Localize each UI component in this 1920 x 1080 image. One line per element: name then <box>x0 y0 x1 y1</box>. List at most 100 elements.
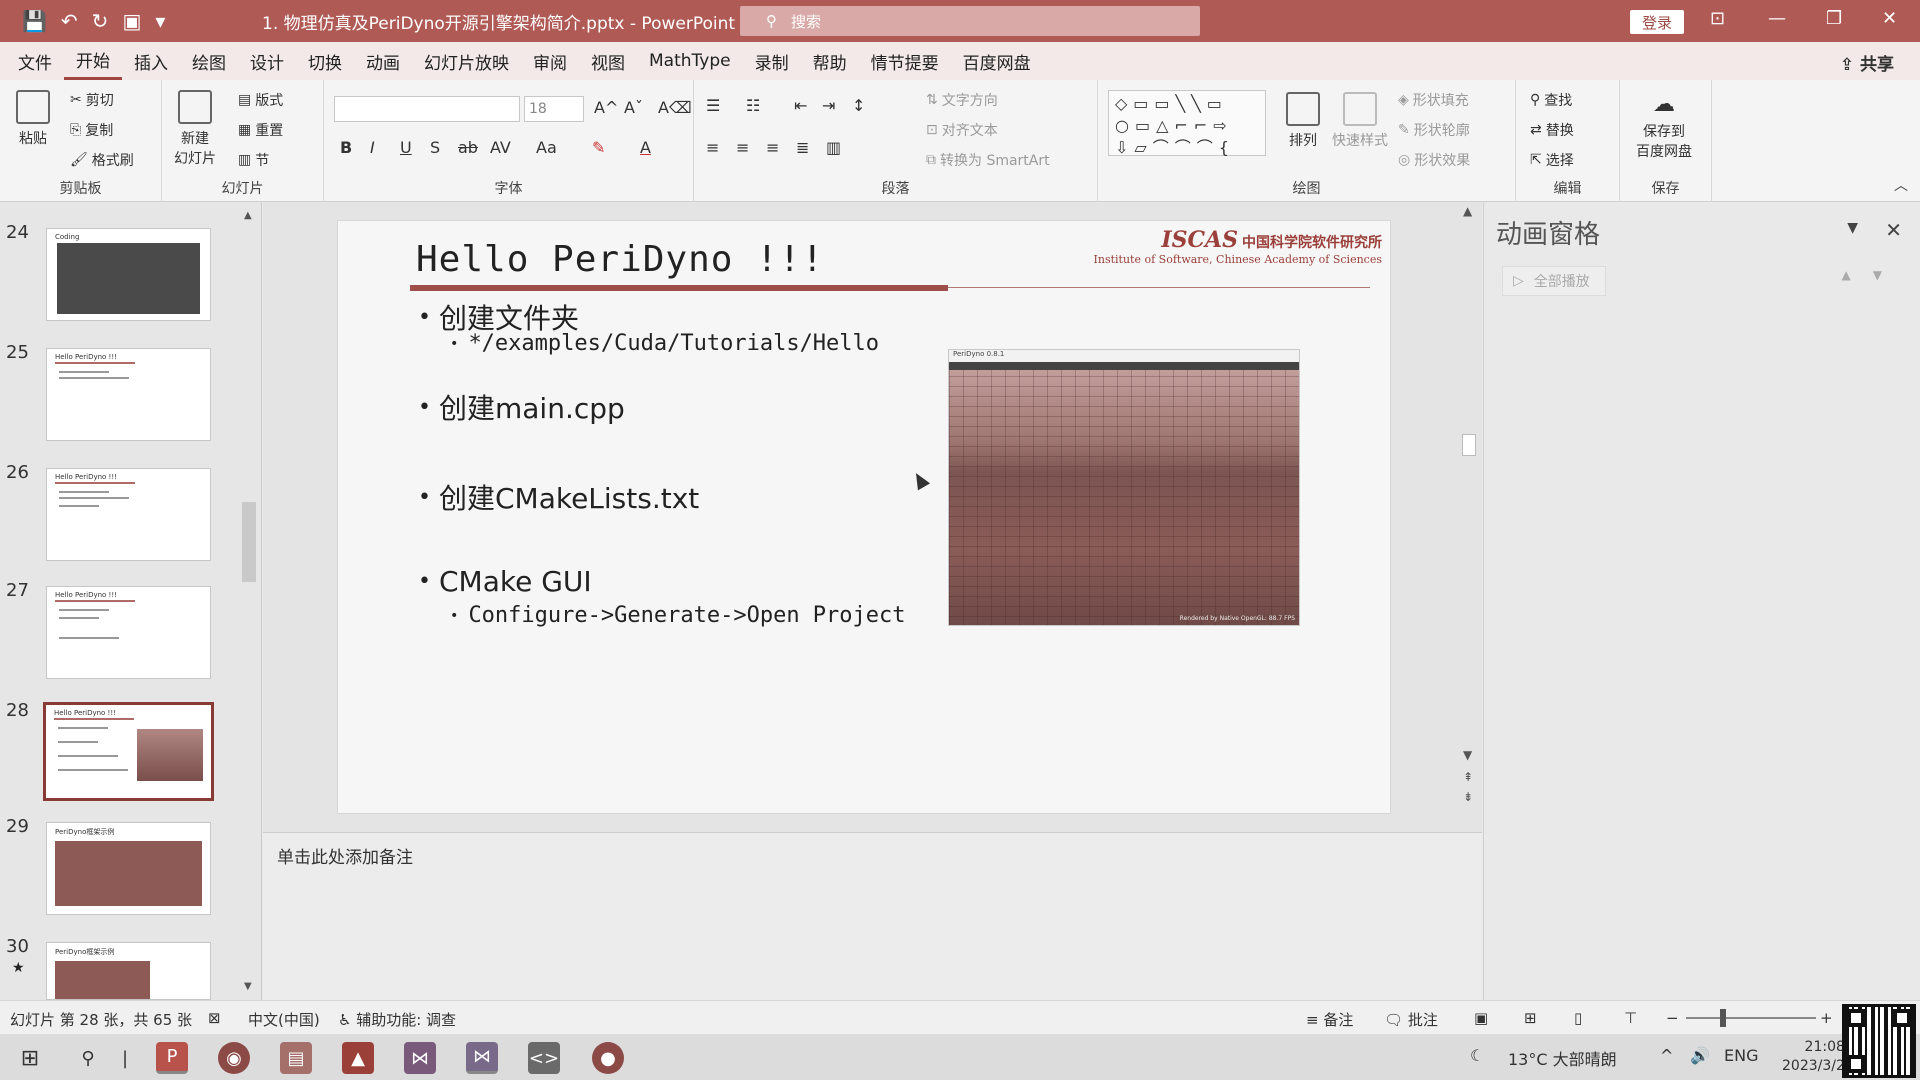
tab-transitions[interactable]: 切换 <box>296 42 354 80</box>
replace-button[interactable]: ⇄ 替换 <box>1530 120 1574 140</box>
increase-indent-icon[interactable]: ⇥ <box>822 96 835 115</box>
play-all-button[interactable]: ▷ 全部播放 <box>1502 266 1606 296</box>
change-case-button[interactable]: Aa <box>536 138 557 157</box>
system-clock[interactable]: 21:08 2023/3/2 <box>1782 1038 1845 1076</box>
paste-button[interactable]: 粘贴 <box>16 90 50 148</box>
justify-icon[interactable]: ≣ <box>796 138 809 157</box>
tab-help[interactable]: 帮助 <box>801 42 859 80</box>
select-button[interactable]: ⇱ 选择 <box>1530 150 1574 170</box>
slide-thumbnail-28[interactable]: Hello PeriDyno !!! <box>43 702 214 801</box>
accessibility-status[interactable]: ♿ 辅助功能: 调查 <box>338 1009 456 1030</box>
file-explorer-icon[interactable]: ▤ <box>280 1042 312 1074</box>
tab-storyboard[interactable]: 情节提要 <box>859 42 951 80</box>
italic-button[interactable]: I <box>370 138 375 157</box>
shapes-gallery[interactable]: ◇▭▭╲╲▭ ○▭△⌐⌐⇨ ⇩▱⌒⌒⌒{ <box>1108 90 1266 157</box>
normal-view-icon[interactable]: ▣ <box>1474 1009 1488 1027</box>
align-right-icon[interactable]: ≡ <box>766 138 779 157</box>
text-direction-button[interactable]: ⇅ 文字方向 <box>926 90 998 110</box>
code-editor-icon[interactable]: <> <box>528 1042 560 1074</box>
shrink-font-icon[interactable]: Aˇ <box>624 98 643 117</box>
new-slide-button[interactable]: 新建 幻灯片 <box>174 90 216 168</box>
section-button[interactable]: ▥ 节 <box>238 150 269 170</box>
scroll-down-icon[interactable]: ▼ <box>244 981 252 992</box>
sub-bullet-item[interactable]: • Configure->Generate->Open Project <box>450 603 906 628</box>
tab-record[interactable]: 录制 <box>743 42 801 80</box>
shape-fill-button[interactable]: ◈ 形状填充 <box>1398 90 1469 110</box>
weather-text[interactable]: 13°C 大部晴朗 <box>1508 1046 1617 1070</box>
scroll-up-icon[interactable]: ▲ <box>1463 204 1472 218</box>
peridyno-screenshot[interactable]: PeriDyno 0.8.1 Rendered by Native OpenGL… <box>948 349 1300 626</box>
zoom-slider-thumb[interactable] <box>1720 1009 1726 1027</box>
reading-view-icon[interactable]: ▯ <box>1574 1009 1582 1027</box>
present-icon[interactable]: ▣ <box>122 9 141 33</box>
visual-studio-icon[interactable]: ⋈ <box>404 1042 436 1074</box>
collapse-ribbon-icon[interactable]: ︿ <box>1894 175 1908 195</box>
tab-review[interactable]: 审阅 <box>521 42 579 80</box>
strikethrough-button[interactable]: ab <box>458 138 478 157</box>
next-slide-icon[interactable]: ⇟ <box>1463 790 1473 804</box>
slide-thumbnail-30[interactable]: PeriDyno框架示例 <box>46 942 211 1000</box>
bullet-item[interactable]: • 创建CMakeLists.txt <box>418 477 699 517</box>
app-triangle-icon[interactable]: ▲ <box>342 1042 374 1074</box>
visual-studio-2-icon[interactable]: ⋈ <box>466 1042 498 1074</box>
numbering-icon[interactable]: ☷ <box>746 96 760 115</box>
char-spacing-button[interactable]: AV <box>490 138 511 157</box>
underline-button[interactable]: U <box>400 138 412 157</box>
copy-button[interactable]: ⎘ 复制 <box>70 120 113 140</box>
quick-styles-button[interactable]: 快速样式 <box>1332 92 1388 150</box>
windows-start-icon[interactable]: ⊞ <box>14 1042 46 1074</box>
columns-icon[interactable]: ▥ <box>826 138 841 157</box>
shadow-button[interactable]: S <box>430 138 440 157</box>
slide-thumbnail-26[interactable]: Hello PeriDyno !!! <box>46 468 211 561</box>
comments-toggle[interactable]: 🗨 批注 <box>1384 1009 1438 1030</box>
scroll-down-icon[interactable]: ▼ <box>1463 748 1472 762</box>
undo-icon[interactable]: ↶ <box>61 9 78 33</box>
clear-format-icon[interactable]: A⌫ <box>658 98 692 117</box>
thumbnails-scrollbar[interactable]: ▲ ▼ <box>242 210 256 992</box>
tab-baidu-netdisk[interactable]: 百度网盘 <box>951 42 1043 80</box>
zoom-in-icon[interactable]: + <box>1820 1009 1833 1027</box>
slide-title[interactable]: Hello PeriDyno !!! <box>416 239 824 280</box>
shape-effects-button[interactable]: ◎ 形状效果 <box>1398 150 1470 170</box>
login-button[interactable]: 登录 <box>1630 10 1684 34</box>
search-icon[interactable]: ⚲ <box>72 1042 104 1074</box>
slide-thumbnail-25[interactable]: Hello PeriDyno !!! <box>46 348 211 441</box>
align-text-button[interactable]: ⊡ 对齐文本 <box>926 120 998 140</box>
scrollbar-thumb[interactable] <box>242 502 256 582</box>
redo-icon[interactable]: ↻ <box>92 9 109 33</box>
minimize-icon[interactable]: — <box>1768 8 1786 29</box>
decrease-indent-icon[interactable]: ⇤ <box>794 96 807 115</box>
bold-button[interactable]: B <box>340 138 352 157</box>
convert-smartart-button[interactable]: ⧉ 转换为 SmartArt <box>926 150 1050 170</box>
tab-file[interactable]: 文件 <box>6 42 64 80</box>
search-input[interactable]: ⚲ 搜索 <box>740 6 1200 36</box>
format-painter-button[interactable]: 🖌 格式刷 <box>70 150 134 170</box>
reset-button[interactable]: ▦ 重置 <box>238 120 283 140</box>
tab-animations[interactable]: 动画 <box>354 42 412 80</box>
slide-canvas[interactable]: Hello PeriDyno !!! ISCAS 中国科学院软件研究所 Insti… <box>337 220 1391 814</box>
tab-insert[interactable]: 插入 <box>122 42 180 80</box>
sub-bullet-item[interactable]: • */examples/Cuda/Tutorials/Hello <box>450 331 879 356</box>
layout-button[interactable]: ▤ 版式 <box>238 90 283 110</box>
previous-slide-icon[interactable]: ⇞ <box>1463 770 1473 784</box>
notes-toggle[interactable]: ≡ 备注 <box>1306 1009 1353 1030</box>
notes-pane[interactable]: 单击此处添加备注 <box>263 832 1482 1000</box>
customize-qa-icon[interactable]: ▾ <box>155 9 165 33</box>
find-button[interactable]: ⚲ 查找 <box>1530 90 1572 110</box>
font-color-icon[interactable]: A <box>640 138 651 157</box>
pane-options-icon[interactable]: ▼ <box>1847 220 1858 236</box>
close-pane-icon[interactable]: ✕ <box>1885 218 1902 242</box>
tab-slideshow[interactable]: 幻灯片放映 <box>412 42 521 80</box>
font-size-select[interactable]: 18 <box>524 96 584 122</box>
highlight-icon[interactable]: ✎ <box>592 138 605 157</box>
bullets-icon[interactable]: ☰ <box>706 96 720 115</box>
save-to-netdisk-button[interactable]: ☁ 保存到 百度网盘 <box>1636 92 1692 161</box>
grow-font-icon[interactable]: A^ <box>594 98 618 117</box>
bullet-item[interactable]: • CMake GUI <box>418 565 592 598</box>
arrange-button[interactable]: 排列 <box>1286 92 1320 150</box>
tab-draw[interactable]: 绘图 <box>180 42 238 80</box>
font-family-select[interactable] <box>334 96 520 122</box>
reorder-arrows-icon[interactable]: ▲▼ <box>1842 268 1904 282</box>
slide-scrollbar[interactable]: ▲ ▼ ⇞ ⇟ <box>1459 202 1479 832</box>
bullet-item[interactable]: • 创建main.cpp <box>418 387 625 427</box>
